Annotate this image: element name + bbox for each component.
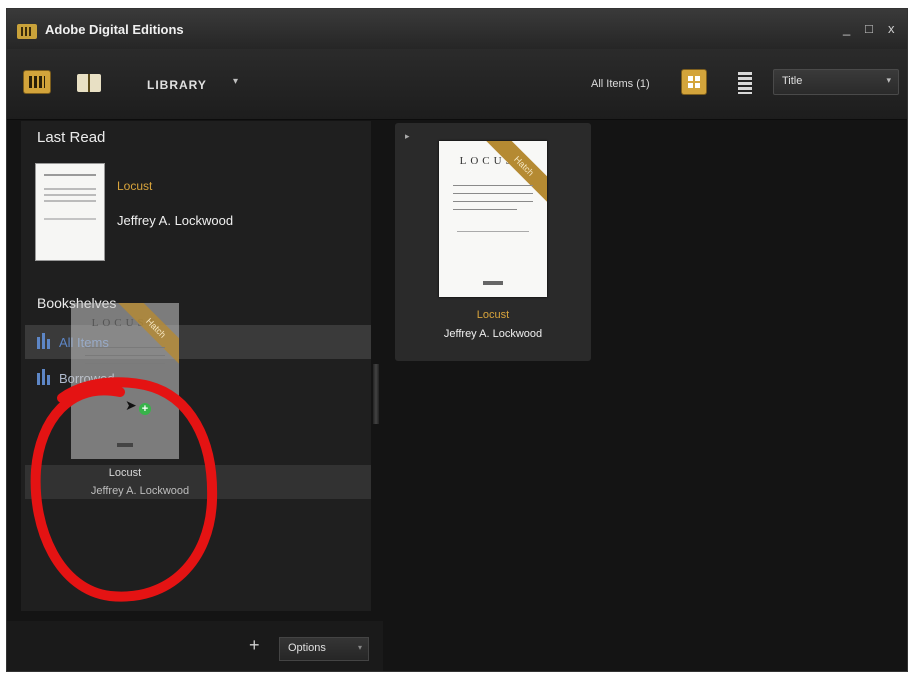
cover-text-line xyxy=(453,193,533,194)
window-title: Adobe Digital Editions xyxy=(45,22,184,37)
chevron-down-icon: ▾ xyxy=(357,643,362,652)
ghost-book-author: Jeffrey A. Lockwood xyxy=(90,485,190,497)
panel-splitter[interactable] xyxy=(373,364,379,424)
minimize-icon[interactable]: _ xyxy=(843,21,850,36)
bookshelf-icon xyxy=(37,369,51,385)
cover-text-line xyxy=(44,174,96,176)
cover-text-line xyxy=(453,209,517,210)
cover-text-line xyxy=(85,363,165,364)
cover-text-line xyxy=(44,194,96,196)
mouse-cursor-icon: ➤ xyxy=(125,397,137,413)
chevron-down-icon: ▾ xyxy=(886,75,891,85)
cover-text-line xyxy=(85,355,165,356)
last-read-author: Jeffrey A. Lockwood xyxy=(117,213,234,228)
book-card[interactable]: ▸ LOCUST Hatch Locust Jeffrey A. Lockwoo… xyxy=(395,123,591,361)
library-view-icon[interactable] xyxy=(24,71,50,93)
maximize-icon[interactable]: □ xyxy=(865,21,873,36)
publisher-logo xyxy=(117,443,133,447)
publisher-logo xyxy=(483,281,503,285)
last-read-heading: Last Read xyxy=(37,129,106,146)
book-title[interactable]: Locust xyxy=(395,309,591,321)
expand-icon[interactable]: ▸ xyxy=(405,131,410,142)
all-items-count: All Items (1) xyxy=(591,78,650,90)
cover-text-line xyxy=(457,231,529,232)
toolbar: LIBRARY ▾ All Items (1) Title ▾ xyxy=(7,49,907,120)
cover-text-line xyxy=(44,188,96,190)
bookshelf-icon xyxy=(37,333,51,349)
ghost-book-cover: LOCUST Hatch xyxy=(71,303,179,459)
close-icon[interactable]: x xyxy=(888,21,895,36)
book-author: Jeffrey A. Lockwood xyxy=(443,328,543,340)
cover-text-line xyxy=(453,185,533,186)
last-read-title[interactable]: Locust xyxy=(117,179,152,193)
sort-select-value: Title xyxy=(782,75,803,87)
cover-text-line xyxy=(453,201,533,202)
cover-text-line xyxy=(85,347,165,348)
add-bookshelf-button[interactable]: + xyxy=(249,635,260,656)
chevron-down-icon[interactable]: ▾ xyxy=(233,76,238,87)
cover-text-line xyxy=(44,200,96,202)
ghost-book-title: Locust xyxy=(108,467,142,479)
sort-select[interactable]: Title ▾ xyxy=(773,69,899,95)
library-dropdown-label[interactable]: LIBRARY xyxy=(147,78,207,92)
app-logo-icon xyxy=(17,24,37,39)
add-plus-icon: + xyxy=(139,403,151,415)
app-window: Adobe Digital Editions _ □ x LIBRARY ▾ A… xyxy=(6,8,908,672)
reading-view-icon[interactable] xyxy=(77,74,101,92)
ghost-new-badge: Hatch xyxy=(117,303,179,367)
bottom-bar: + Options ▾ xyxy=(7,621,383,671)
options-label: Options xyxy=(288,642,326,654)
book-cover[interactable]: LOCUST Hatch xyxy=(439,141,547,297)
dragged-book-ghost: LOCUST Hatch ➤ + Locust Jeffrey A. Lockw… xyxy=(55,299,225,529)
options-button[interactable]: Options ▾ xyxy=(279,637,369,661)
last-read-book-cover[interactable] xyxy=(35,163,105,261)
new-badge: Hatch xyxy=(485,141,547,205)
grid-view-icon[interactable] xyxy=(682,70,706,94)
list-view-icon[interactable] xyxy=(738,72,752,94)
title-bar: Adobe Digital Editions _ □ x xyxy=(7,9,907,49)
cover-text-line xyxy=(44,218,96,220)
